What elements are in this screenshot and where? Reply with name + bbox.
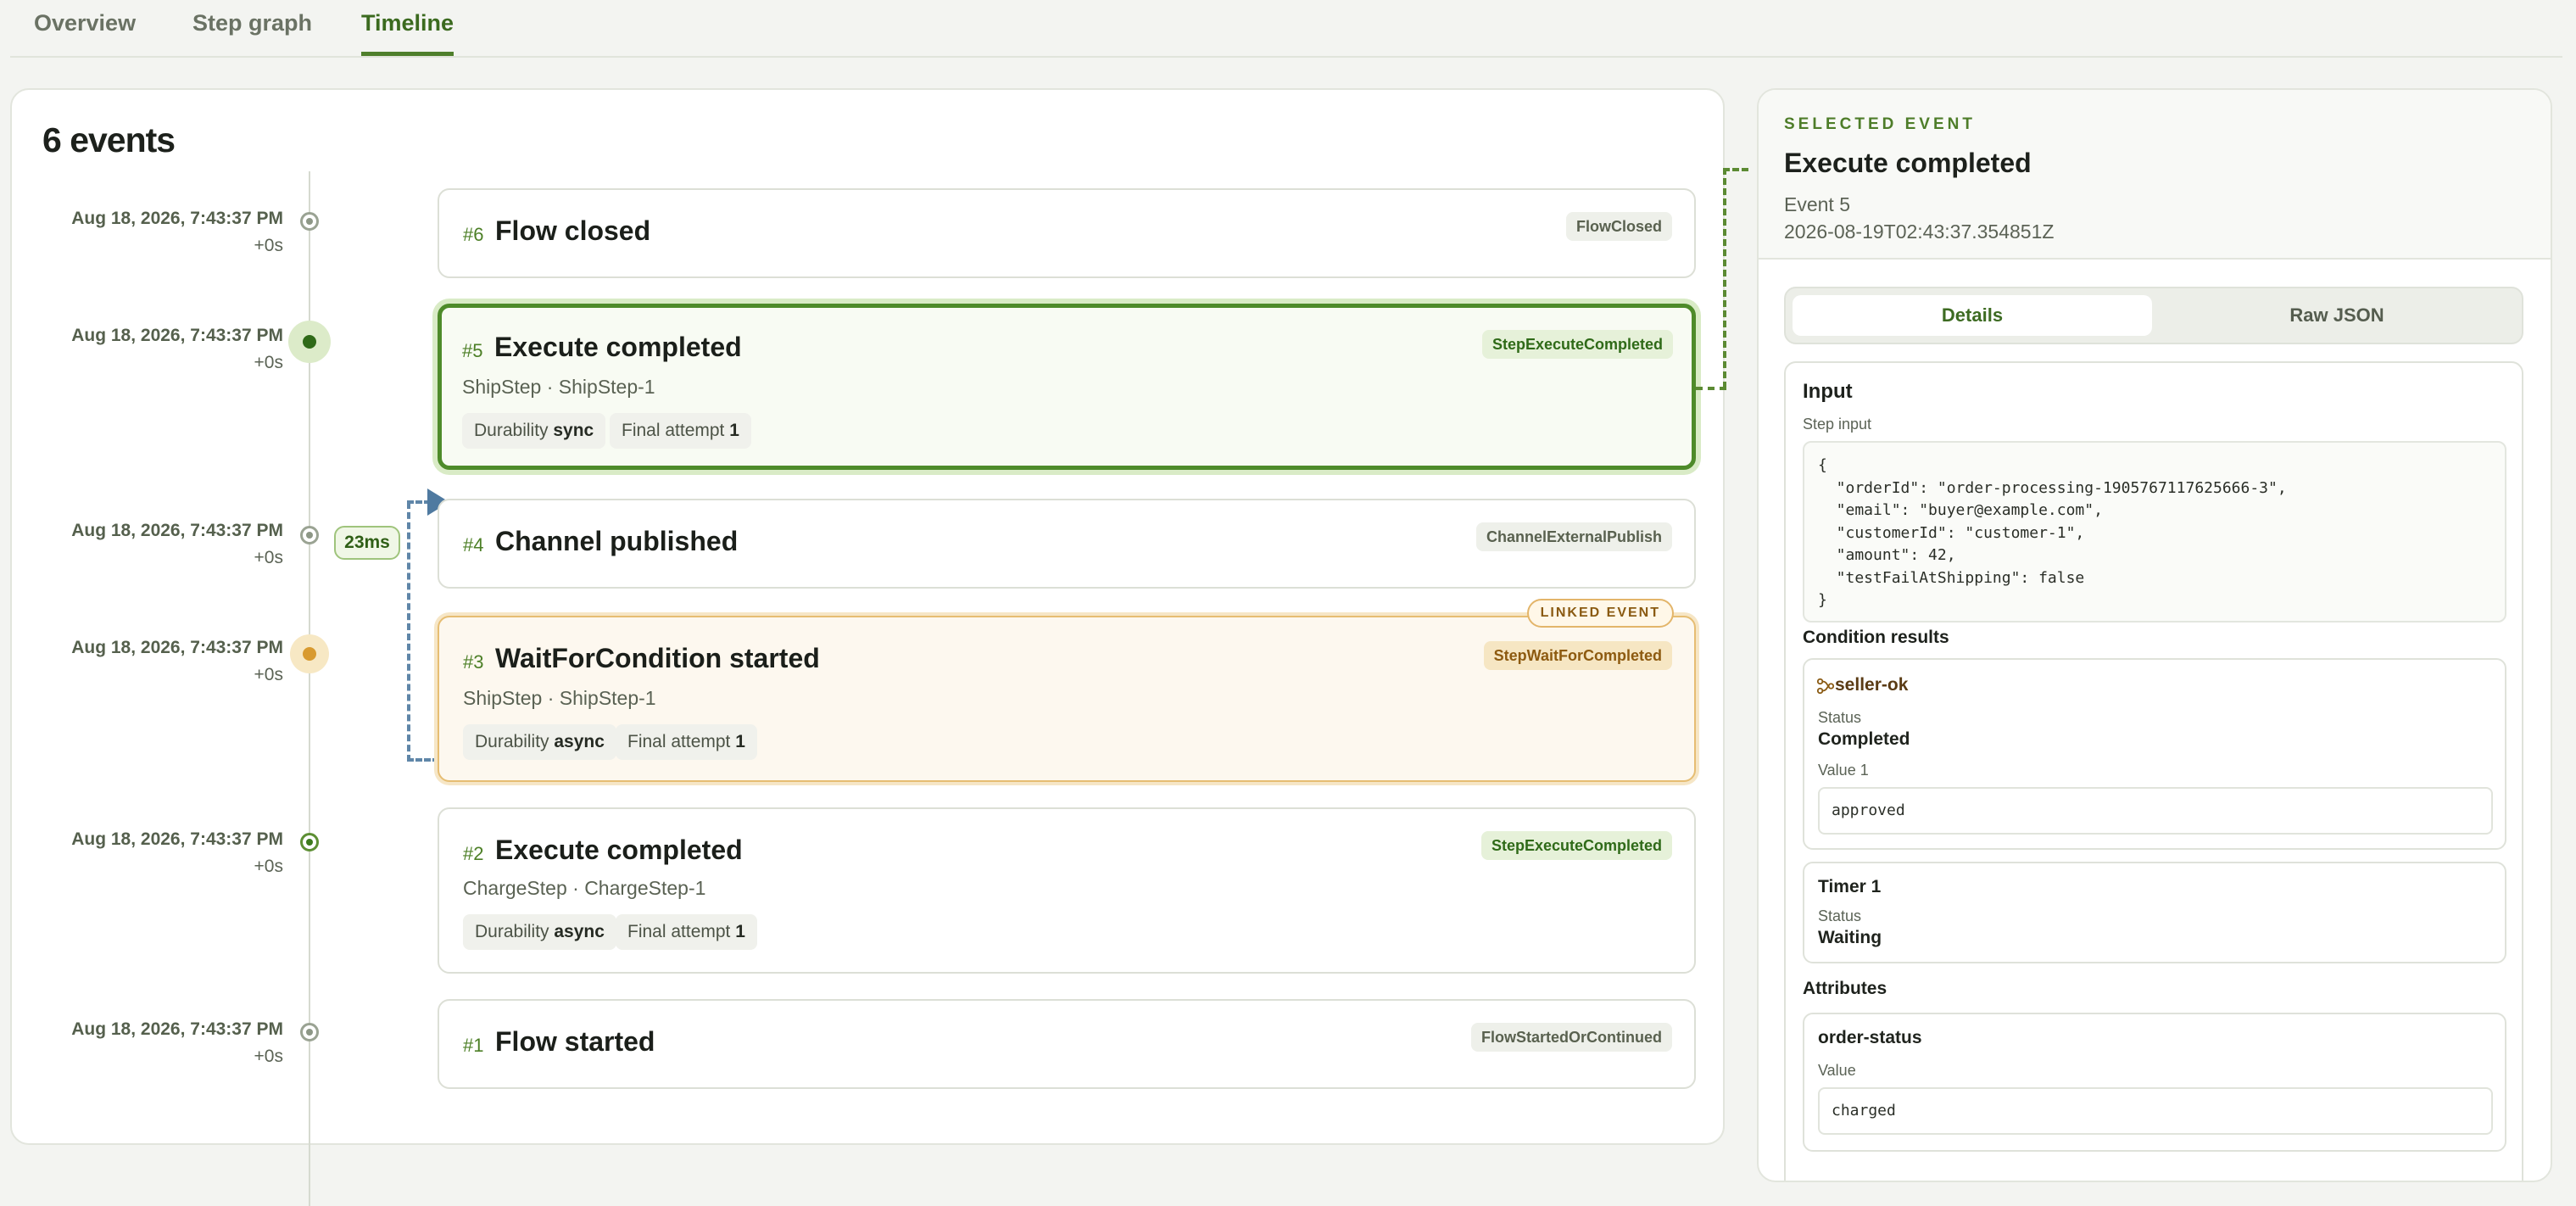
durability-chip: Durability async bbox=[463, 914, 616, 950]
gap-duration-badge: 23ms bbox=[334, 526, 400, 560]
timer-name: Timer 1 bbox=[1818, 877, 1882, 896]
event-type-badge: FlowClosed bbox=[1565, 212, 1672, 241]
step-input-label: Step input bbox=[1803, 416, 1872, 433]
event-time: Aug 18, 2026, 7:43:37 PM +0s bbox=[71, 638, 283, 684]
value-label: Value 1 bbox=[1818, 762, 1869, 779]
event-detail-panel: SELECTED EVENT Execute completed Event 5… bbox=[1757, 88, 2552, 1182]
timer-card: Timer 1 Status Waiting bbox=[1803, 862, 2506, 963]
tab-bar: Overview Step graph Timeline bbox=[10, 0, 2562, 58]
event-number: #1 bbox=[463, 1035, 484, 1056]
attempt-chip: Final attempt 1 bbox=[616, 914, 757, 950]
event-type-badge: StepWaitForCompleted bbox=[1483, 641, 1672, 670]
durability-chip: Durability async bbox=[463, 724, 616, 760]
durability-chip: Durability sync bbox=[462, 413, 606, 449]
event-time: Aug 18, 2026, 7:43:37 PM +0s bbox=[71, 829, 283, 876]
event-card-2[interactable]: #2 Execute completed StepExecuteComplete… bbox=[438, 807, 1696, 974]
event-title: Execute completed bbox=[495, 835, 743, 865]
condition-card: seller-ok Status Completed Value 1 appro… bbox=[1803, 658, 2506, 850]
event-step-name: ShipStep · ShipStep-1 bbox=[462, 376, 655, 398]
timeline-dot-selected bbox=[288, 321, 331, 363]
event-number: #3 bbox=[463, 651, 484, 673]
status-value: Waiting bbox=[1818, 928, 1882, 947]
event-number: #5 bbox=[462, 340, 483, 361]
detail-header: SELECTED EVENT Execute completed Event 5… bbox=[1759, 90, 2551, 260]
step-input-json: { "orderId": "order-processing-190576711… bbox=[1803, 441, 2506, 623]
condition-results-title: Condition results bbox=[1803, 628, 1949, 647]
linked-event-badge: LINKED EVENT bbox=[1526, 599, 1674, 628]
event-title: Flow started bbox=[495, 1026, 655, 1057]
attempt-chip: Final attempt 1 bbox=[610, 413, 751, 449]
event-card-4[interactable]: #4 Channel published ChannelExternalPubl… bbox=[438, 499, 1696, 589]
event-title: Channel published bbox=[495, 526, 739, 556]
selected-event-timestamp: 2026-08-19T02:43:37.354851Z bbox=[1784, 221, 2055, 243]
event-number: #4 bbox=[463, 534, 484, 556]
selected-event-title: Execute completed bbox=[1784, 148, 2032, 178]
input-section-title: Input bbox=[1803, 380, 1853, 403]
status-value: Completed bbox=[1818, 729, 1910, 749]
event-type-badge: FlowStartedOrContinued bbox=[1471, 1023, 1672, 1052]
events-count-heading: 6 events bbox=[42, 120, 176, 159]
timeline-dot bbox=[300, 212, 319, 231]
tab-overview[interactable]: Overview bbox=[34, 10, 136, 56]
condition-value: approved bbox=[1818, 787, 2493, 835]
selected-connector bbox=[1723, 168, 1748, 171]
linked-connector-bottom bbox=[407, 758, 439, 762]
selected-event-label: SELECTED EVENT bbox=[1784, 115, 1976, 133]
event-title: WaitForCondition started bbox=[495, 643, 820, 673]
event-title: Execute completed bbox=[494, 332, 742, 362]
event-step-name: ChargeStep · ChargeStep-1 bbox=[463, 877, 706, 899]
raw-json-tab[interactable]: Raw JSON bbox=[2157, 295, 2517, 336]
event-number: #2 bbox=[463, 843, 484, 864]
event-time: Aug 18, 2026, 7:43:37 PM +0s bbox=[71, 521, 283, 567]
event-time: Aug 18, 2026, 7:43:37 PM +0s bbox=[71, 209, 283, 255]
event-time: Aug 18, 2026, 7:43:37 PM +0s bbox=[71, 326, 283, 372]
status-label: Status bbox=[1818, 907, 1862, 924]
status-label: Status bbox=[1818, 709, 1862, 726]
tab-step-graph[interactable]: Step graph bbox=[192, 10, 312, 56]
condition-name: seller-ok bbox=[1835, 675, 1909, 695]
selected-connector bbox=[1696, 387, 1726, 390]
selected-connector bbox=[1723, 168, 1726, 388]
attribute-name: order-status bbox=[1818, 1028, 1922, 1047]
linked-connector bbox=[407, 502, 410, 762]
event-card-5[interactable]: #5 Execute completed StepExecuteComplete… bbox=[438, 304, 1696, 470]
details-content: Input Step input { "orderId": "order-pro… bbox=[1784, 361, 2523, 1181]
attempt-chip: Final attempt 1 bbox=[616, 724, 757, 760]
event-title: Flow closed bbox=[495, 215, 651, 246]
event-time: Aug 18, 2026, 7:43:37 PM +0s bbox=[71, 1019, 283, 1066]
event-card-1[interactable]: #1 Flow started FlowStartedOrContinued bbox=[438, 999, 1696, 1089]
tab-timeline[interactable]: Timeline bbox=[361, 10, 454, 56]
detail-view-toggle: Details Raw JSON bbox=[1784, 287, 2523, 344]
event-card-6[interactable]: #6 Flow closed FlowClosed bbox=[438, 188, 1696, 278]
details-tab[interactable]: Details bbox=[1793, 295, 2152, 336]
event-type-badge: StepExecuteCompleted bbox=[1480, 831, 1672, 860]
event-type-badge: StepExecuteCompleted bbox=[1481, 330, 1673, 359]
value-label: Value bbox=[1818, 1062, 1856, 1079]
attribute-value: charged bbox=[1818, 1087, 2493, 1135]
event-type-badge: ChannelExternalPublish bbox=[1475, 522, 1672, 551]
timeline-dot-linked bbox=[290, 634, 329, 673]
selected-event-id: Event 5 bbox=[1784, 193, 1850, 215]
timeline-dot bbox=[300, 833, 319, 851]
branch-icon bbox=[1816, 678, 1835, 695]
timeline-panel: 6 events Aug 18, 2026, 7:43:37 PM +0s Aug… bbox=[10, 88, 1725, 1206]
timeline-dot bbox=[300, 1023, 319, 1041]
attributes-title: Attributes bbox=[1803, 979, 1887, 998]
event-number: #6 bbox=[463, 224, 484, 245]
event-step-name: ShipStep · ShipStep-1 bbox=[463, 687, 656, 709]
attribute-card: order-status Value charged bbox=[1803, 1013, 2506, 1152]
timeline-dot bbox=[300, 526, 319, 544]
event-card-3[interactable]: LINKED EVENT #3 WaitForCondition started… bbox=[438, 599, 1696, 782]
